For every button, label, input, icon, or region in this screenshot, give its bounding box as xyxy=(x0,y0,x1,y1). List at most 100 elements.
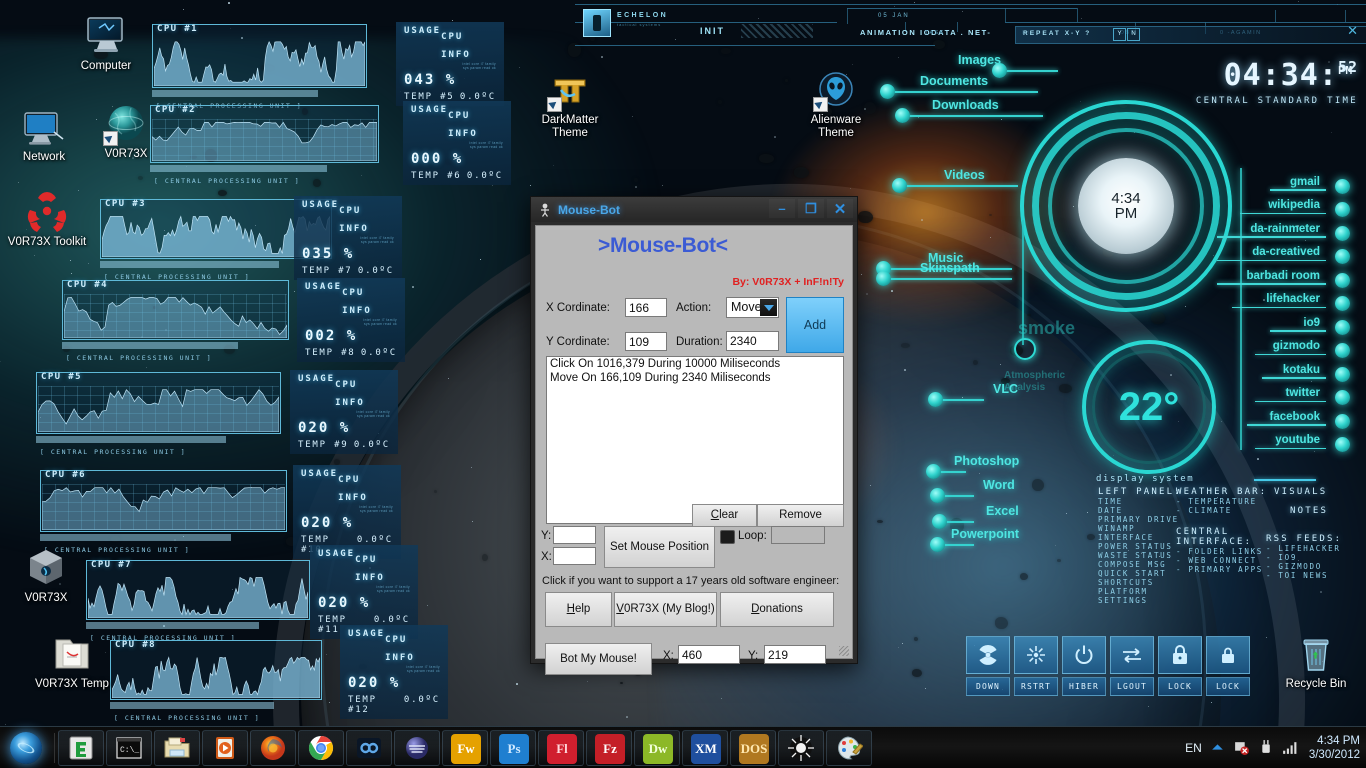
loop-input[interactable] xyxy=(771,526,825,544)
taskbar-item-explorer-green[interactable] xyxy=(58,730,104,766)
radial-link-documents[interactable]: Documents xyxy=(920,74,988,88)
x-coordinate-input[interactable] xyxy=(625,298,667,317)
start-button[interactable] xyxy=(0,728,52,767)
desktop-icon-computer[interactable]: Computer xyxy=(62,14,150,73)
taskbar-clock[interactable]: 4:34 PM 3/30/2012 xyxy=(1305,734,1360,762)
remove-button[interactable]: Remove xyxy=(757,504,844,527)
taskbar-item-command-prompt[interactable]: C:\_ xyxy=(106,730,152,766)
mousebot-titlebar[interactable]: Mouse-Bot – ❐ ✕ xyxy=(531,197,857,222)
desktop-icon-v0r73x-globe[interactable]: V0R73X xyxy=(82,102,170,161)
taskbar-item-purple-app[interactable] xyxy=(394,730,440,766)
web-link-da-creatived[interactable]: da-creatived xyxy=(1220,239,1366,263)
power-button-lock[interactable]: LOCK xyxy=(1206,636,1250,696)
power-button-lgout[interactable]: LGOUT xyxy=(1110,636,1154,696)
taskbar-item-file-explorer[interactable] xyxy=(154,730,200,766)
help-button[interactable]: Help xyxy=(545,592,612,627)
action-select[interactable]: Move xyxy=(726,297,779,318)
taskbar-item-dosbox[interactable]: DOS xyxy=(730,730,776,766)
web-link-gmail[interactable]: gmail xyxy=(1220,168,1366,192)
action-list-item[interactable]: Move On 166,109 During 2340 Miliseconds xyxy=(547,371,843,385)
power-button-down[interactable]: DOWN xyxy=(966,636,1010,696)
taskbar-item-xmplay[interactable]: XM xyxy=(682,730,728,766)
chevron-down-icon[interactable] xyxy=(760,299,777,316)
radial-link-dot[interactable] xyxy=(895,108,910,123)
hud-yes-button[interactable]: Y xyxy=(1113,28,1126,41)
blog-button[interactable]: V0R73X (My Blog!) xyxy=(614,592,717,627)
set-y-input[interactable] xyxy=(553,526,596,544)
radial-link-dot[interactable] xyxy=(926,464,941,479)
taskbar-item-dreamweaver[interactable]: Dw xyxy=(634,730,680,766)
bot-my-mouse-button[interactable]: Bot My Mouse! xyxy=(545,643,652,675)
radial-link-dot[interactable] xyxy=(876,271,891,286)
radial-link-powerpoint[interactable]: Powerpoint xyxy=(951,527,1019,541)
foot-x-input[interactable] xyxy=(678,645,740,664)
taskbar-item-firefox[interactable] xyxy=(250,730,296,766)
add-button[interactable]: Add xyxy=(786,297,844,353)
show-hidden-icons-icon[interactable] xyxy=(1209,739,1226,756)
hud-close-icon[interactable]: ✕ xyxy=(1347,24,1358,37)
tray-language[interactable]: EN xyxy=(1185,741,1202,755)
minimize-button[interactable]: – xyxy=(769,199,795,218)
radial-link-dot[interactable] xyxy=(892,178,907,193)
power-plug-icon[interactable] xyxy=(1257,739,1274,756)
web-link-io9[interactable]: io9 xyxy=(1220,309,1366,333)
desktop-icon-v0r73x-temp[interactable]: V0R73X Temp xyxy=(28,632,116,691)
radial-link-skinspath[interactable]: Skinspath xyxy=(920,261,980,275)
action-list-item[interactable]: Click On 1016,379 During 10000 Milisecon… xyxy=(547,357,843,371)
close-button[interactable]: ✕ xyxy=(827,199,853,218)
donations-button[interactable]: Donations xyxy=(720,592,834,627)
loop-checkbox[interactable] xyxy=(720,530,735,544)
mousebot-window[interactable]: Mouse-Bot – ❐ ✕ >Mouse-Bot< By: V0R73X +… xyxy=(530,196,858,664)
hud-no-button[interactable]: N xyxy=(1127,28,1140,41)
web-link-twitter[interactable]: twitter xyxy=(1220,380,1366,404)
foot-y-input[interactable] xyxy=(764,645,826,664)
web-link-lifehacker[interactable]: lifehacker xyxy=(1220,286,1366,310)
taskbar-item-chrome[interactable] xyxy=(298,730,344,766)
action-center-icon[interactable] xyxy=(1233,739,1250,756)
taskbar-item-photoshop[interactable]: Ps xyxy=(490,730,536,766)
y-coordinate-input[interactable] xyxy=(625,332,667,351)
desktop-icon-network[interactable]: Network xyxy=(0,105,88,164)
duration-input[interactable] xyxy=(726,331,779,351)
set-x-input[interactable] xyxy=(553,547,596,565)
radial-link-dot[interactable] xyxy=(930,537,945,552)
radial-link-vlc[interactable]: VLC xyxy=(993,382,1018,396)
web-link-kotaku[interactable]: kotaku xyxy=(1220,356,1366,380)
network-signal-icon[interactable] xyxy=(1281,739,1298,756)
radial-link-dot[interactable] xyxy=(932,514,947,529)
power-button-rstrt[interactable]: RSTRT xyxy=(1014,636,1058,696)
radial-link-downloads[interactable]: Downloads xyxy=(932,98,999,112)
taskbar-item-media-player[interactable] xyxy=(202,730,248,766)
web-link-barbadi-room[interactable]: barbadi room xyxy=(1220,262,1366,286)
radial-link-dot[interactable] xyxy=(930,488,945,503)
action-list[interactable]: Click On 1016,379 During 10000 Milisecon… xyxy=(546,356,844,524)
taskbar-item-flash[interactable]: Fl xyxy=(538,730,584,766)
radial-link-dot[interactable] xyxy=(992,63,1007,78)
web-link-gizmodo[interactable]: gizmodo xyxy=(1220,333,1366,357)
taskbar-item-paint[interactable] xyxy=(826,730,872,766)
web-link-da-rainmeter[interactable]: da-rainmeter xyxy=(1220,215,1366,239)
radial-link-word[interactable]: Word xyxy=(983,478,1015,492)
taskbar-item-infinity[interactable] xyxy=(346,730,392,766)
web-link-dot[interactable] xyxy=(1335,437,1350,452)
desktop-icon-recycle-bin[interactable]: Recycle Bin xyxy=(1272,632,1360,691)
desktop-icon-v0r73x-toolkit[interactable]: V0R73X Toolkit xyxy=(3,190,91,249)
radial-link-photoshop[interactable]: Photoshop xyxy=(954,454,1019,468)
taskbar-item-rainmeter[interactable] xyxy=(778,730,824,766)
maximize-button[interactable]: ❐ xyxy=(798,199,824,218)
desktop-icon-v0r73x-cube[interactable]: V0R73X xyxy=(2,546,90,605)
power-button-lock[interactable]: LOCK xyxy=(1158,636,1202,696)
web-link-youtube[interactable]: youtube xyxy=(1220,427,1366,451)
taskbar-item-filezilla[interactable]: Fz xyxy=(586,730,632,766)
desktop-icon-darkmatter-theme[interactable]: DarkMatter Theme xyxy=(526,68,614,140)
web-link-facebook[interactable]: facebook xyxy=(1220,403,1366,427)
power-button-hiber[interactable]: HIBER xyxy=(1062,636,1106,696)
set-mouse-position-button[interactable]: Set Mouse Position xyxy=(604,526,715,568)
clear-button[interactable]: Clear xyxy=(692,504,757,527)
web-link-wikipedia[interactable]: wikipedia xyxy=(1220,192,1366,216)
desktop-icon-alienware-theme[interactable]: Alienware Theme xyxy=(792,68,880,140)
resize-grip[interactable] xyxy=(839,646,849,656)
radial-link-dot[interactable] xyxy=(880,84,895,99)
radial-link-videos[interactable]: Videos xyxy=(944,168,985,182)
taskbar-item-fireworks[interactable]: Fw xyxy=(442,730,488,766)
